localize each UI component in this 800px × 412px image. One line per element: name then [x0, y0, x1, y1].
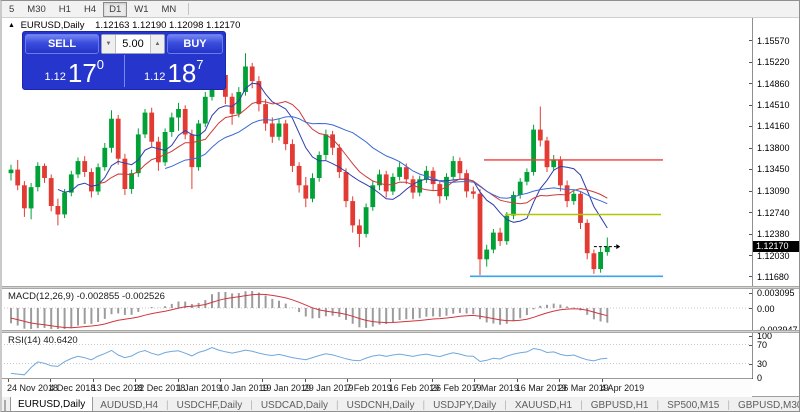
macd-scale-label: 0.00 [757, 304, 775, 314]
timeframe-button-w1[interactable]: W1 [128, 2, 154, 17]
volume-decrease-icon[interactable]: ▼ [102, 35, 116, 53]
date-tick [347, 379, 348, 382]
sell-button[interactable]: SELL [25, 34, 99, 54]
chart-tab-usdjpy-daily[interactable]: USDJPY,Daily [426, 399, 503, 412]
date-tick [93, 379, 94, 382]
buy-price-point: 7 [196, 57, 203, 72]
tab-separator: | [727, 400, 730, 411]
buy-price-pips: 18 [167, 60, 196, 86]
timeframe-button-h1[interactable]: H1 [53, 2, 77, 17]
price-scale-label: 1.13450 [757, 164, 790, 174]
chart-tab-eurusd-daily[interactable]: EURUSD,Daily [10, 396, 93, 412]
sell-price-point: 0 [97, 57, 104, 72]
date-label: 7 Mar 2019 [473, 383, 519, 393]
timeframe-button-5[interactable]: 5 [3, 2, 20, 17]
volume-increase-icon[interactable]: ▲ [150, 35, 164, 53]
sell-price-pips: 17 [68, 60, 97, 86]
date-label: 4 Dec 2018 [49, 383, 95, 393]
tab-separator: | [504, 400, 507, 411]
rsi-indicator-label: RSI(14) 40.6420 [8, 335, 78, 346]
panel-separator[interactable] [2, 286, 800, 289]
date-label: 7 Feb 2019 [346, 383, 392, 393]
chart-ohlc-values: 1.12163 1.12190 1.12098 1.12170 [95, 20, 240, 31]
price-scale-label: 1.14160 [757, 121, 790, 131]
price-scale-label: 1.12380 [757, 229, 790, 239]
tab-separator: | [580, 400, 583, 411]
chart-tab-bar: EURUSD,DailyAUDUSD,H4|USDCHF,Daily|USDCA… [2, 396, 800, 412]
tab-separator: | [657, 400, 660, 411]
macd-indicator-label: MACD(12,26,9) -0.002855 -0.002526 [8, 291, 165, 302]
tab-separator: | [422, 400, 425, 411]
price-scale-label: 1.15570 [757, 36, 790, 46]
date-tick [262, 379, 263, 382]
time-axis[interactable]: 24 Nov 20184 Dec 201813 Dec 201822 Dec 2… [2, 378, 752, 397]
chart-tab-audusd-h4[interactable]: AUDUSD,H4 [93, 399, 165, 412]
timeframe-button-mn[interactable]: MN [156, 2, 183, 17]
date-tick [50, 379, 51, 382]
chart-tab-usdcnh-daily[interactable]: USDCNH,Daily [340, 399, 422, 412]
date-tick [432, 379, 433, 382]
timeframe-button-h4[interactable]: H4 [78, 2, 102, 17]
buy-button[interactable]: BUY [167, 34, 223, 54]
rsi-scale-label: 0 [757, 373, 762, 383]
price-scale-label: 1.12740 [757, 208, 790, 218]
chart-tab-sp500-m15[interactable]: SP500,M15 [660, 399, 726, 412]
terminal-window: 5M30H1H4D1W1MN ▲ EURUSD,Daily 1.12163 1.… [0, 0, 800, 412]
collapse-panel-icon[interactable]: ▲ [8, 22, 15, 29]
date-tick [8, 379, 9, 382]
date-tick [517, 379, 518, 382]
price-scale-border [752, 18, 753, 378]
tab-separator: | [250, 400, 253, 411]
date-tick [559, 379, 560, 382]
panel-separator[interactable] [2, 330, 800, 333]
timeframe-button-d1[interactable]: D1 [103, 2, 127, 17]
toolbar-separator [188, 3, 189, 15]
chart-tab-gbpusd-h1[interactable]: GBPUSD,H1 [584, 399, 656, 412]
chart-tab-gbpusd-m30[interactable]: GBPUSD,M30 [731, 399, 800, 412]
timeframe-button-m30[interactable]: M30 [21, 2, 51, 17]
price-scale[interactable]: 1.15570 1.15220 1.14860 1.14510 1.14160 1.138… [753, 18, 800, 378]
tab-separator: | [336, 400, 339, 411]
macd-scale-label: 0.003095 [757, 288, 795, 298]
rsi-chart-canvas[interactable] [4, 333, 752, 377]
buy-price-prefix: 1.12 [144, 71, 165, 83]
sell-price-display[interactable]: 1.12 17 0 [25, 55, 125, 87]
date-tick [220, 379, 221, 382]
current-price-tag: 1.12170 [752, 241, 800, 252]
timeframe-toolbar: 5M30H1H4D1W1MN [2, 1, 799, 18]
chart-symbol-period: EURUSD,Daily [21, 20, 85, 31]
price-scale-label: 1.11680 [757, 272, 789, 282]
chart-title: ▲ EURUSD,Daily 1.12163 1.12190 1.12098 1… [8, 20, 240, 31]
chart-tab-usdchf-daily[interactable]: USDCHF,Daily [170, 399, 250, 412]
volume-control: ▼ 5.00 ▲ [101, 34, 165, 54]
rsi-scale-label: 30 [757, 359, 767, 369]
date-tick [305, 379, 306, 382]
chart-area[interactable]: ▲ EURUSD,Daily 1.12163 1.12190 1.12098 1… [2, 18, 800, 396]
date-tick [135, 379, 136, 382]
price-scale-label: 1.13800 [757, 143, 790, 153]
one-click-trading-panel: SELL ▼ 5.00 ▲ BUY 1.12 17 0 1.12 18 7 [22, 31, 226, 90]
date-tick [178, 379, 179, 382]
chart-tab-xauusd-h1[interactable]: XAUUSD,H1 [508, 399, 579, 412]
rsi-scale-label: 70 [757, 340, 767, 350]
tab-separator: | [166, 400, 169, 411]
tabbar-grip-icon [4, 400, 6, 411]
date-tick [390, 379, 391, 382]
price-scale-label: 1.14510 [757, 100, 790, 110]
price-scale-label: 1.14860 [757, 79, 790, 89]
price-scale-label: 1.13090 [757, 186, 790, 196]
buy-price-display[interactable]: 1.12 18 7 [125, 55, 224, 87]
price-scale-label: 1.15220 [757, 57, 790, 67]
sell-price-prefix: 1.12 [44, 71, 65, 83]
date-label: 1 Jan 2019 [177, 383, 222, 393]
date-label: 4 Apr 2019 [601, 383, 645, 393]
volume-value[interactable]: 5.00 [116, 35, 150, 53]
chart-tab-usdcad-daily[interactable]: USDCAD,Daily [254, 399, 335, 412]
date-tick [602, 379, 603, 382]
date-tick [474, 379, 475, 382]
